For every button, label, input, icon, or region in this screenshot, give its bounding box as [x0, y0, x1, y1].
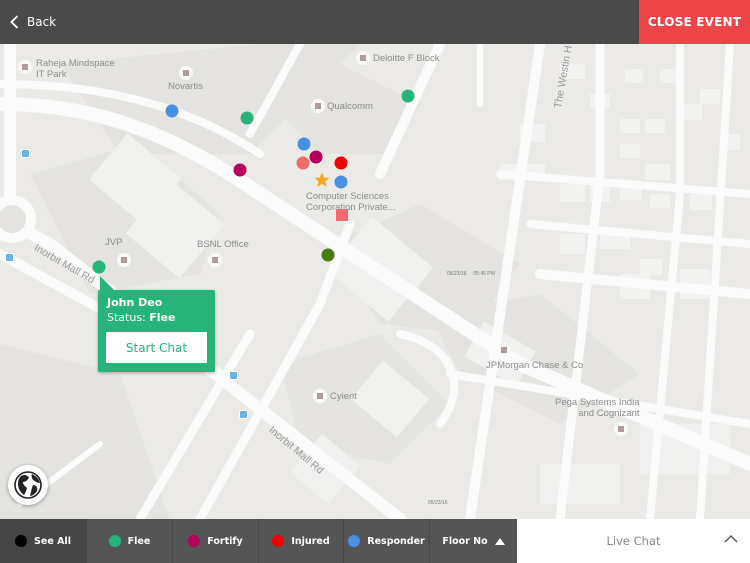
- injured-marker[interactable]: [296, 156, 310, 170]
- poi-label-computer-sciences: Computer Sciences Corporation Private...: [306, 191, 396, 213]
- poi-marker[interactable]: [18, 60, 32, 74]
- filter-label: Injured: [291, 535, 330, 547]
- popup-status: Status: Flee: [107, 310, 206, 326]
- marker[interactable]: [321, 248, 335, 262]
- poi-label-novartis: Novartis: [168, 81, 203, 92]
- responder-marker[interactable]: [334, 175, 348, 189]
- filter-label: Fortify: [207, 535, 243, 547]
- chevron-left-icon: [10, 15, 19, 29]
- poi-marker[interactable]: [117, 253, 131, 267]
- poi-marker[interactable]: [313, 389, 327, 403]
- dot-icon: [348, 535, 361, 547]
- close-event-button[interactable]: CLOSE EVENT: [639, 0, 750, 44]
- bus-stop-icon: [239, 410, 248, 419]
- filter-label: See All: [34, 535, 71, 547]
- bus-stop-icon: [229, 371, 238, 380]
- poi-marker[interactable]: [208, 253, 222, 267]
- user-info-popup: John Deo Status: Flee Start Chat: [98, 276, 215, 372]
- poi-marker[interactable]: [311, 99, 325, 113]
- timestamp-label: 05/23/16: [428, 500, 448, 506]
- filter-responder[interactable]: Responder: [344, 519, 430, 563]
- flee-marker[interactable]: [401, 89, 415, 103]
- poi-label-jvp: JVP: [105, 237, 123, 248]
- poi-label-cyient: Cyient: [330, 391, 357, 402]
- dot-icon: [188, 535, 201, 547]
- fortify-marker[interactable]: [309, 150, 323, 164]
- star-icon: [314, 172, 330, 187]
- poi-label-raheja-mindspace: Raheja Mindspace IT Park: [36, 58, 115, 80]
- poi-label-deloitte: Deloitte F Block: [373, 53, 440, 64]
- dot-icon: [108, 535, 121, 547]
- dot-icon: [15, 535, 28, 547]
- globe-icon: [14, 471, 42, 499]
- flee-marker[interactable]: [240, 111, 254, 125]
- poi-marker[interactable]: [497, 343, 511, 357]
- map-view[interactable]: Raheja Mindspace IT Park Novartis Deloit…: [0, 44, 750, 519]
- fortify-marker[interactable]: [233, 163, 247, 177]
- bus-stop-icon: [21, 149, 30, 158]
- filter-label: Responder: [367, 535, 425, 547]
- bottom-bar: See All Flee Fortify Injured Responder F…: [0, 519, 750, 563]
- popup-status-value: Flee: [149, 311, 176, 324]
- dot-icon: [272, 535, 285, 547]
- poi-label-bsnl-office: BSNL Office: [197, 239, 249, 250]
- floor-no-dropdown[interactable]: Floor No: [430, 519, 517, 563]
- star-marker[interactable]: [314, 172, 330, 188]
- chevron-up-icon[interactable]: [724, 534, 738, 544]
- filter-see-all[interactable]: See All: [0, 519, 87, 563]
- back-button[interactable]: Back: [10, 0, 56, 44]
- poi-label-qualcomm: Qualcomm: [327, 101, 373, 112]
- filter-fortify[interactable]: Fortify: [173, 519, 259, 563]
- start-chat-button[interactable]: Start Chat: [106, 332, 207, 363]
- filter-bar: See All Flee Fortify Injured Responder F…: [0, 519, 517, 563]
- poi-marker[interactable]: [614, 422, 628, 436]
- responder-marker[interactable]: [297, 137, 311, 151]
- back-label: Back: [27, 15, 57, 29]
- bus-stop-icon: [5, 253, 14, 262]
- poi-label-pega-systems: Pega Systems India and Cognizant: [555, 397, 640, 419]
- poi-marker[interactable]: [356, 51, 370, 65]
- square-marker[interactable]: [336, 209, 348, 221]
- filter-flee[interactable]: Flee: [87, 519, 173, 563]
- flee-marker-selected[interactable]: [92, 260, 106, 274]
- map-type-button[interactable]: [8, 465, 48, 505]
- top-bar: Back CLOSE EVENT: [0, 0, 750, 44]
- filter-injured[interactable]: Injured: [259, 519, 344, 563]
- filter-label: Flee: [127, 535, 151, 547]
- filter-label: Floor No: [442, 535, 488, 547]
- poi-label-jpmorgan: JPMorgan Chase & Co: [486, 360, 584, 371]
- live-chat-label: Live Chat: [606, 534, 661, 548]
- responder-marker[interactable]: [165, 104, 179, 118]
- timestamp-label: 05/23/16 05:45 PM: [447, 271, 495, 277]
- triangle-up-icon: [494, 537, 505, 545]
- poi-marker[interactable]: [179, 66, 193, 80]
- popup-user-name: John Deo: [107, 296, 163, 309]
- live-chat-panel-toggle[interactable]: Live Chat: [517, 519, 750, 563]
- popup-status-label: Status:: [107, 311, 146, 324]
- injured-marker[interactable]: [334, 156, 348, 170]
